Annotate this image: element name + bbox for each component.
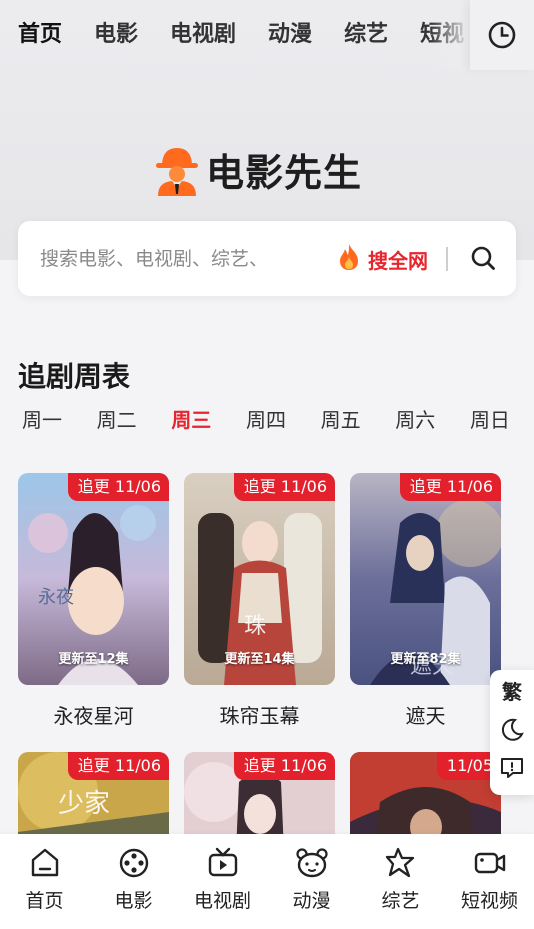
show-card[interactable]: 遮天 追更 11/06 更新至82集: [350, 473, 501, 685]
svg-text:珠: 珠: [244, 614, 266, 639]
day-tab-tue[interactable]: 周二: [97, 404, 137, 433]
tab-anime[interactable]: 动漫: [268, 20, 312, 50]
clock-icon: [488, 21, 516, 49]
search-button[interactable]: [470, 245, 496, 275]
tab-tv-series[interactable]: 电视剧: [170, 20, 236, 50]
update-badge: 追更 11/06: [233, 473, 335, 501]
search-all-button[interactable]: 搜全网: [368, 245, 428, 274]
bottom-nav-movies[interactable]: 电影: [89, 834, 178, 929]
bottom-nav-home[interactable]: 首页: [0, 834, 89, 929]
home-icon: [31, 848, 58, 877]
show-card[interactable]: 珠 追更 11/06 更新至14集: [184, 473, 335, 685]
bottom-nav-variety[interactable]: 综艺: [356, 834, 445, 929]
video-camera-icon: [474, 852, 505, 874]
schedule-title: 追剧周表: [18, 360, 131, 393]
top-nav: 首页 电影 电视剧 动漫 综艺 短视: [0, 0, 534, 70]
weekday-tabs: 周一 周二 周三 周四 周五 周六 周日: [0, 404, 534, 433]
tab-fade: [430, 0, 470, 70]
show-title[interactable]: 遮天: [350, 700, 501, 729]
svg-text:永夜: 永夜: [38, 587, 74, 608]
search-input[interactable]: [40, 247, 330, 270]
show-title[interactable]: 永夜星河: [18, 700, 169, 729]
tab-variety[interactable]: 综艺: [344, 20, 388, 50]
bottom-nav-label: 电影: [114, 890, 153, 912]
app-logo: 电影先生: [154, 142, 362, 197]
side-toolbar: 繁: [490, 670, 534, 795]
bottom-nav-anime[interactable]: 动漫: [267, 834, 356, 929]
tab-home[interactable]: 首页: [18, 20, 63, 52]
bottom-nav-tv[interactable]: 电视剧: [178, 834, 267, 929]
update-badge: 追更 11/06: [399, 473, 501, 501]
search-icon: [471, 246, 495, 270]
bear-face-icon: [295, 848, 328, 878]
day-tab-mon[interactable]: 周一: [22, 404, 62, 433]
bottom-nav-label: 综艺: [381, 890, 420, 912]
bottom-nav-short-video[interactable]: 短视频: [445, 834, 534, 929]
logo-text: 电影先生: [206, 151, 363, 195]
day-tab-sun[interactable]: 周日: [470, 404, 510, 433]
history-button[interactable]: [470, 0, 534, 70]
tv-icon: [208, 847, 237, 877]
episode-count: 更新至82集: [390, 652, 461, 667]
update-badge: 追更 11/06: [233, 752, 335, 780]
tab-movies[interactable]: 电影: [94, 20, 138, 50]
search-bar: 搜全网: [18, 221, 516, 296]
update-badge: 追更 11/06: [67, 752, 169, 780]
fire-icon: [340, 244, 358, 270]
show-card[interactable]: 永夜 追更 11/06 更新至12集: [18, 473, 169, 685]
day-tab-wed[interactable]: 周三: [171, 404, 211, 433]
category-tabs: 首页 电影 电视剧 动漫 综艺 短视: [0, 0, 470, 70]
bottom-nav-label: 短视频: [460, 890, 518, 912]
search-divider: [446, 247, 448, 271]
day-tab-fri[interactable]: 周五: [321, 404, 361, 433]
bottom-nav-label: 动漫: [292, 890, 331, 912]
episode-count: 更新至12集: [58, 652, 129, 667]
day-tab-thu[interactable]: 周四: [246, 404, 286, 433]
bottom-nav-label: 首页: [25, 890, 64, 912]
star-icon: [385, 847, 414, 878]
show-title[interactable]: 珠帘玉幕: [184, 700, 335, 729]
moon-icon[interactable]: [499, 717, 525, 743]
detective-avatar-icon: [156, 147, 198, 196]
svg-text:少家: 少家: [58, 789, 110, 819]
film-reel-icon: [119, 848, 148, 878]
bottom-nav-label: 电视剧: [193, 890, 251, 912]
traditional-chinese-toggle[interactable]: 繁: [502, 676, 522, 705]
update-badge: 追更 11/06: [67, 473, 169, 501]
bottom-nav: 首页 电影 电视剧 动漫 综艺 短视频: [0, 834, 534, 929]
day-tab-sat[interactable]: 周六: [395, 404, 435, 433]
episode-count: 更新至14集: [224, 652, 295, 667]
feedback-icon[interactable]: [499, 755, 525, 781]
